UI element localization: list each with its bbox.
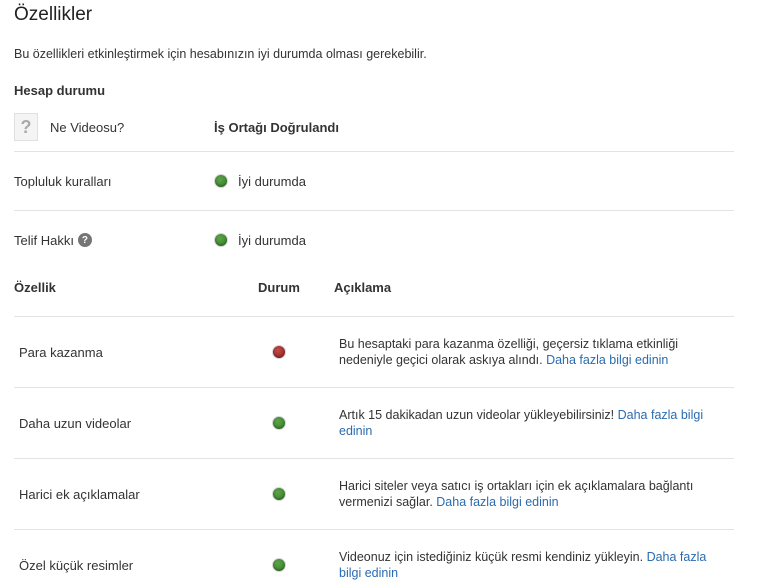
good-status-indicator [214,233,228,247]
column-header-status: Durum [258,280,300,295]
learn-more-link[interactable]: Daha fazla bilgi edinin [546,353,668,367]
question-mark-icon: ? [14,113,38,141]
feature-row-custom-thumbnails: Özel küçük resimler Videonuz için istedi… [14,530,734,587]
feature-name: Para kazanma [19,344,103,360]
feature-name: Daha uzun videolar [19,415,132,431]
feature-name: Özel küçük resimler [19,557,134,573]
good-status-indicator [214,174,228,188]
status-row-channel: ? Ne Videosu? İş Ortağı Doğrulandı [14,108,734,152]
feature-row-monetization: Para kazanma Bu hesaptaki para kazanma ö… [14,317,734,388]
account-status-title: Hesap durumu [14,83,106,98]
feature-description: Videonuz için istediğiniz küçük resmi ke… [339,550,644,564]
status-value: İyi durumda [238,232,306,248]
column-header-feature: Özellik [14,280,56,295]
good-status-indicator [272,416,286,430]
intro-text: Bu özellikleri etkinleştirmek için hesab… [14,47,427,61]
status-value: İyi durumda [238,173,306,189]
good-status-indicator [272,558,286,572]
good-status-indicator [272,487,286,501]
status-value: İş Ortağı Doğrulandı [214,119,339,135]
status-label: Telif Hakkı [14,232,74,248]
feature-row-longer-videos: Daha uzun videolar Artık 15 dakikadan uz… [14,388,734,459]
status-row-copyright: Telif Hakkı ? İyi durumda [14,211,734,269]
column-header-description: Açıklama [334,280,392,295]
feature-name: Harici ek açıklamalar [19,486,140,502]
status-label: Ne Videosu? [50,119,125,135]
page-title: Özellikler [14,4,93,25]
bad-status-indicator [272,345,286,359]
learn-more-link[interactable]: Daha fazla bilgi edinin [436,495,558,509]
help-icon[interactable]: ? [77,233,92,247]
status-label: Topluluk kuralları [14,173,112,189]
feature-row-external-annotations: Harici ek açıklamalar Harici siteler vey… [14,459,734,530]
features-table-header: Özellik Durum Açıklama [14,280,734,317]
status-row-community: Topluluk kuralları İyi durumda [14,152,734,211]
feature-description: Artık 15 dakikadan uzun videolar yükleye… [339,408,615,422]
